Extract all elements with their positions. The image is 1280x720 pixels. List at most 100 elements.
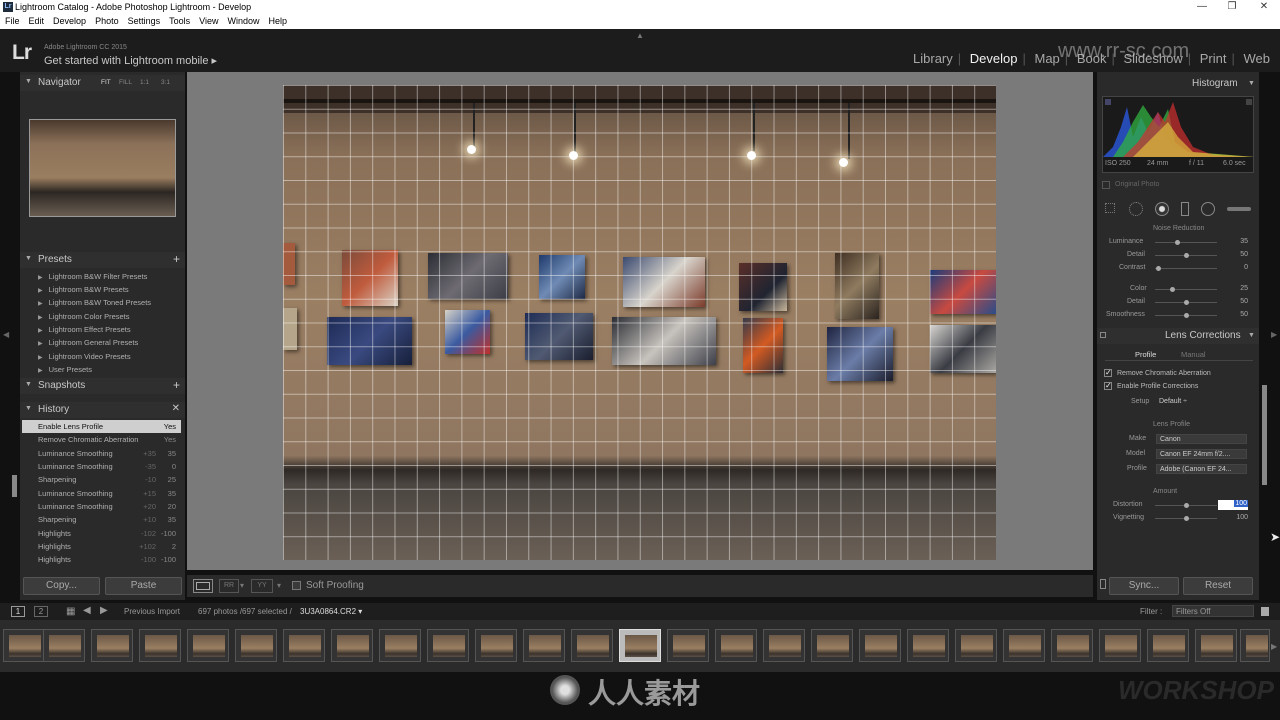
- filmstrip-thumbnail[interactable]: [43, 629, 85, 662]
- graduated-filter-icon[interactable]: [1181, 202, 1189, 216]
- filter-select[interactable]: Filters Off: [1172, 605, 1254, 617]
- copy-button[interactable]: Copy...: [23, 577, 100, 595]
- filmstrip-thumbnail[interactable]: [187, 629, 229, 662]
- close-icon[interactable]: ✕: [1250, 0, 1278, 15]
- filmstrip-thumbnail[interactable]: [907, 629, 949, 662]
- preset-folder[interactable]: ▶ User Presets: [38, 365, 92, 374]
- photo-preview[interactable]: [283, 85, 996, 560]
- filmstrip-thumbnail[interactable]: [571, 629, 613, 662]
- history-header[interactable]: ▼ History ✕: [20, 402, 185, 418]
- filmstrip-thumbnail[interactable]: [667, 629, 709, 662]
- filmstrip-thumbnail[interactable]: [475, 629, 517, 662]
- zoom-fill[interactable]: FILL: [119, 79, 132, 86]
- filename[interactable]: 3U3A0864.CR2 ▾: [300, 607, 362, 616]
- history-item[interactable]: Luminance Smoothing -35 0: [22, 460, 181, 473]
- menu-window[interactable]: Window: [223, 15, 264, 26]
- history-item[interactable]: Highlights -102 -100: [22, 527, 181, 540]
- reset-button[interactable]: Reset: [1183, 577, 1253, 595]
- preset-folder[interactable]: ▶ Lightroom Effect Presets: [38, 325, 131, 334]
- menu-photo[interactable]: Photo: [90, 15, 123, 26]
- collapse-top-icon[interactable]: ▲: [636, 31, 644, 40]
- preset-folder[interactable]: ▶ Lightroom B&W Presets: [38, 285, 129, 294]
- history-item[interactable]: Luminance Smoothing +35 35: [22, 447, 181, 460]
- back-arrow-icon[interactable]: ◀: [83, 605, 91, 616]
- zoom-fit[interactable]: FIT: [101, 79, 111, 86]
- preset-folder[interactable]: ▶ Lightroom Video Presets: [38, 352, 131, 361]
- slider-knob[interactable]: [1156, 266, 1161, 271]
- tab-profile[interactable]: Profile: [1135, 350, 1156, 359]
- filmstrip-thumbnail-selected[interactable]: [619, 629, 661, 662]
- enable-profile-checkbox[interactable]: ✓: [1104, 382, 1112, 390]
- filmstrip-thumbnail[interactable]: [3, 629, 45, 662]
- history-item[interactable]: Enable Lens Profile Yes: [22, 420, 181, 433]
- filmstrip-thumbnail[interactable]: [1099, 629, 1141, 662]
- filmstrip-right-icon[interactable]: ▶: [1271, 642, 1277, 651]
- menu-tools[interactable]: Tools: [164, 15, 194, 26]
- color-detail-value[interactable]: 50: [1228, 298, 1248, 305]
- filmstrip-thumbnail[interactable]: [523, 629, 565, 662]
- slider-knob[interactable]: [1184, 313, 1189, 318]
- filmstrip-thumbnail[interactable]: [1051, 629, 1093, 662]
- preset-folder[interactable]: ▶ Lightroom B&W Toned Presets: [38, 298, 151, 307]
- add-snapshot-icon[interactable]: +: [173, 378, 180, 392]
- filmstrip-thumbnail[interactable]: [715, 629, 757, 662]
- collapse-triangle-icon[interactable]: ▼: [25, 405, 32, 412]
- history-item[interactable]: Luminance Smoothing +15 35: [22, 487, 181, 500]
- history-item[interactable]: Remove Chromatic Aberration Yes: [22, 433, 181, 446]
- tab-manual[interactable]: Manual: [1181, 350, 1206, 359]
- filmstrip-thumbnail[interactable]: [283, 629, 325, 662]
- add-preset-icon[interactable]: +: [173, 252, 180, 266]
- slider-knob[interactable]: [1184, 253, 1189, 258]
- forward-arrow-icon[interactable]: ▶: [100, 605, 108, 616]
- history-item[interactable]: Highlights +102 2: [22, 540, 181, 553]
- module-print[interactable]: Print: [1200, 51, 1227, 66]
- spot-removal-icon[interactable]: [1129, 202, 1143, 216]
- filmstrip-thumbnail[interactable]: [1240, 629, 1270, 662]
- history-item[interactable]: Sharpening -10 25: [22, 473, 181, 486]
- filmstrip-thumbnail[interactable]: [1147, 629, 1189, 662]
- window-2-button[interactable]: 2: [34, 606, 48, 617]
- filmstrip-thumbnail[interactable]: [859, 629, 901, 662]
- original-photo-checkbox[interactable]: [1102, 181, 1110, 189]
- right-panel-toggle-icon[interactable]: ▶: [1271, 330, 1277, 339]
- highlight-clipping-icon[interactable]: [1246, 99, 1252, 105]
- model-select[interactable]: Canon EF 24mm f/2....: [1156, 449, 1247, 459]
- luminance-slider[interactable]: [1155, 242, 1217, 243]
- preset-folder[interactable]: ▶ Lightroom B&W Filter Presets: [38, 272, 147, 281]
- navigator-preview[interactable]: [29, 119, 176, 217]
- module-web[interactable]: Web: [1244, 51, 1271, 66]
- menu-edit[interactable]: Edit: [24, 15, 49, 26]
- history-item[interactable]: Sharpening +10 35: [22, 513, 181, 526]
- filmstrip-thumbnail[interactable]: [763, 629, 805, 662]
- snapshots-header[interactable]: ▼ Snapshots +: [20, 378, 185, 394]
- preset-folder[interactable]: ▶ Lightroom Color Presets: [38, 312, 130, 321]
- filmstrip-thumbnail[interactable]: [91, 629, 133, 662]
- menu-view[interactable]: View: [194, 15, 222, 26]
- navigator-header[interactable]: ▼ Navigator FIT FILL 1:1 3:1: [20, 75, 185, 91]
- profile-select[interactable]: Adobe (Canon EF 24...: [1156, 464, 1247, 474]
- collapse-triangle-icon[interactable]: ▼: [1248, 80, 1255, 87]
- presets-header[interactable]: ▼ Presets +: [20, 252, 185, 268]
- filmstrip-thumbnail[interactable]: [139, 629, 181, 662]
- menu-help[interactable]: Help: [264, 15, 292, 26]
- filmstrip-thumbnail[interactable]: [331, 629, 373, 662]
- slider-knob[interactable]: [1175, 240, 1180, 245]
- paste-button[interactable]: Paste: [105, 577, 182, 595]
- history-item[interactable]: Highlights -100 -100: [22, 553, 181, 566]
- slider-knob[interactable]: [1184, 503, 1189, 508]
- grid-view-icon[interactable]: ▦: [66, 606, 75, 617]
- slider-knob[interactable]: [1184, 516, 1189, 521]
- history-item[interactable]: Luminance Smoothing +20 20: [22, 500, 181, 513]
- filmstrip-thumbnail[interactable]: [427, 629, 469, 662]
- mobile-link[interactable]: Get started with Lightroom mobile ▸: [44, 54, 217, 67]
- module-develop[interactable]: Develop: [970, 51, 1018, 66]
- module-library[interactable]: Library: [913, 51, 953, 66]
- color-slider[interactable]: [1155, 289, 1217, 290]
- loupe-view-icon[interactable]: [193, 579, 213, 593]
- before-after-icon[interactable]: RR: [219, 579, 239, 593]
- crop-tool-icon[interactable]: [1105, 203, 1115, 213]
- swap-icon[interactable]: YY: [251, 579, 273, 593]
- setup-select[interactable]: Default ÷: [1159, 398, 1187, 405]
- slider-knob[interactable]: [1170, 287, 1175, 292]
- zoom-3-1[interactable]: 3:1: [161, 79, 170, 86]
